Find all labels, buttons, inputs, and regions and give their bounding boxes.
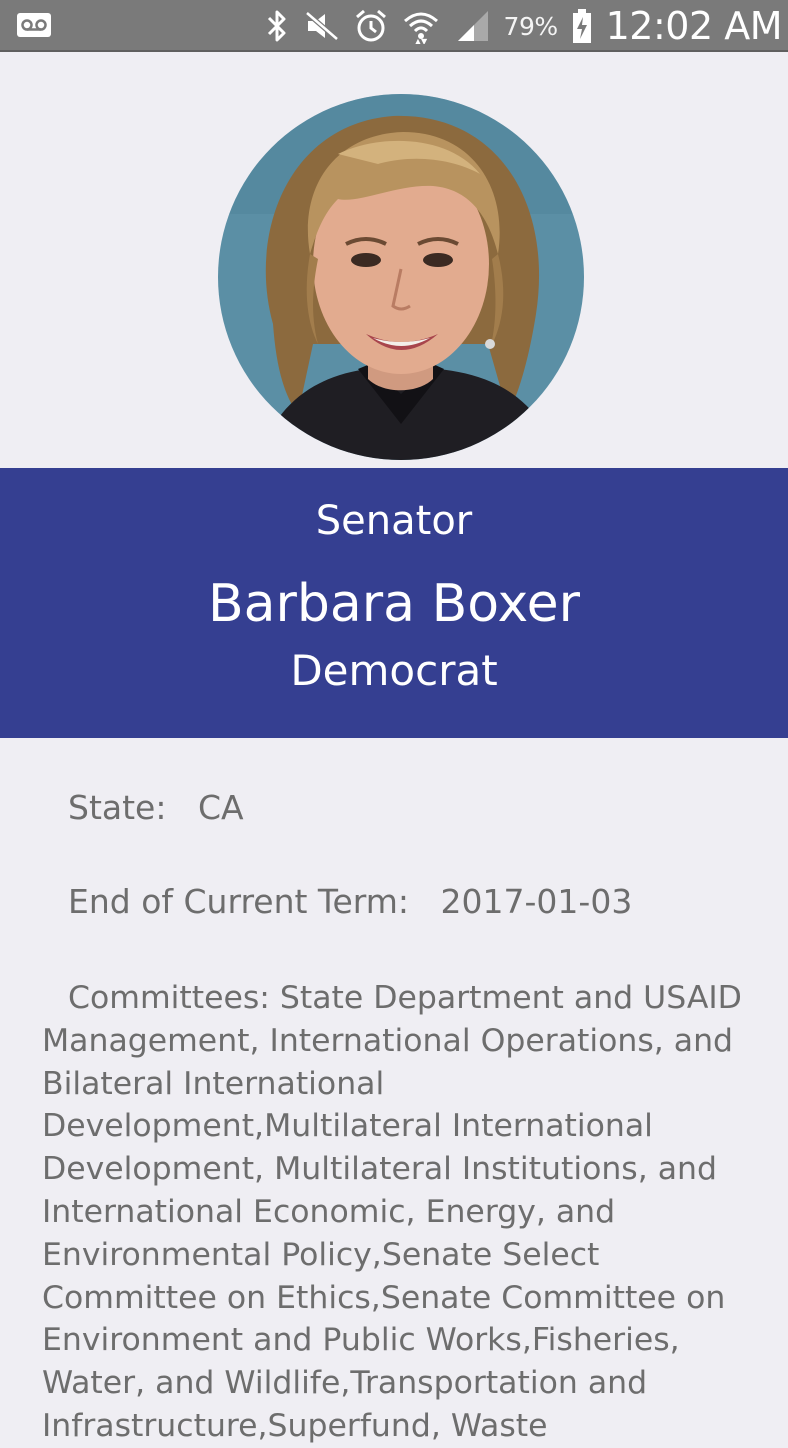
status-time: 12:02 AM [605,4,783,48]
committees-value: State Department and USAID Management, I… [42,980,742,1444]
voicemail-icon [16,12,52,38]
signal-icon [454,9,490,43]
mute-icon [304,10,340,42]
state-row: State: CA [68,788,244,827]
battery-charging-icon [572,8,592,44]
state-label: State: [68,788,167,827]
member-party: Democrat [290,646,498,695]
battery-percent: 79% [503,11,559,41]
committees-text: Committees: State Department and USAID M… [42,977,762,1448]
profile-photo [218,94,584,460]
term-value: 2017-01-03 [440,882,633,921]
term-label: End of Current Term: [68,882,410,921]
svg-text:▲▼: ▲▼ [414,37,427,44]
status-bar: ▲▼ 79% 12:02 AM [0,0,788,52]
member-role: Senator [315,498,473,544]
term-row: End of Current Term: 2017-01-03 [68,882,632,921]
committees-label: Committees: [68,980,270,1016]
state-value: CA [197,788,244,827]
bluetooth-icon [264,9,290,43]
alarm-icon [354,8,388,44]
wifi-icon: ▲▼ [402,8,440,44]
member-name: Barbara Boxer [208,574,580,634]
